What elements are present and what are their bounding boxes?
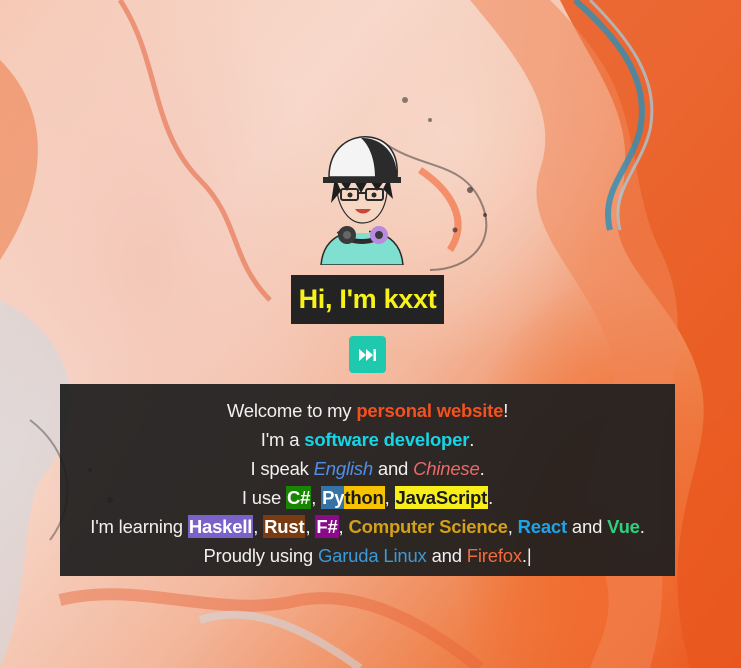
intro-text: and (566, 516, 608, 537)
intro-line-learning: I'm learning Haskell, Rust, F#, Computer… (60, 512, 675, 541)
intro-line-role: I'm a software developer. (60, 425, 675, 454)
intro-text: , (305, 516, 316, 537)
tool-garuda-linux: Garuda Linux (317, 545, 427, 566)
page: Hi, I'm kxxt Welcome to my personal webs… (0, 0, 741, 668)
intro-line-uses: I use C#, Python, JavaScript. (60, 483, 675, 512)
intro-text: . (479, 458, 485, 479)
language-english: English (313, 458, 373, 479)
intro-text: I use (241, 487, 286, 508)
tech-react: React (517, 516, 568, 537)
intro-text: , (384, 487, 395, 508)
intro-text: I speak (250, 458, 314, 479)
intro-line-using: Proudly using Garuda Linux and Firefox.| (60, 541, 675, 570)
intro-text: , (311, 487, 322, 508)
intro-text: and (426, 545, 467, 566)
skip-forward-button[interactable] (349, 336, 386, 373)
tech-tag-javascript: JavaScript (394, 486, 489, 509)
tech-tag-python-part2: thon (344, 486, 385, 509)
tech-tag-haskell: Haskell (187, 515, 254, 538)
intro-text: and (372, 458, 414, 479)
role-highlight: software developer (304, 429, 470, 450)
tech-computer-science: Computer Science (348, 516, 508, 537)
intro-text: Welcome to my (226, 400, 357, 421)
intro-text: . (488, 487, 494, 508)
intro-text: , (253, 516, 264, 537)
tech-vue: Vue (607, 516, 640, 537)
intro-text: Proudly using (203, 545, 318, 566)
intro-line-welcome: Welcome to my personal website! (60, 396, 675, 425)
intro-line-languages: I speak English and Chinese. (60, 454, 675, 483)
typing-cursor: | (526, 545, 532, 566)
avatar-illustration-icon (320, 136, 404, 265)
intro-text: , (507, 516, 518, 537)
intro-text: . (469, 429, 475, 450)
intro-text: . (639, 516, 645, 537)
tool-firefox: Firefox (466, 545, 522, 566)
intro-text: , (338, 516, 349, 537)
tech-tag-python-part1: Py (321, 486, 345, 509)
language-chinese: Chinese (413, 458, 480, 479)
intro-text: I'm learning (90, 516, 188, 537)
tech-tag-fsharp: F# (315, 515, 339, 538)
tech-tag-rust: Rust (263, 515, 306, 538)
skip-forward-icon (358, 348, 376, 361)
intro-panel: Welcome to my personal website! I'm a so… (60, 384, 675, 576)
personal-website-highlight: personal website (356, 400, 504, 421)
avatar (317, 133, 407, 265)
intro-text: ! (503, 400, 509, 421)
intro-text: I'm a (260, 429, 305, 450)
tech-tag-csharp: C# (285, 486, 312, 509)
greeting-heading: Hi, I'm kxxt (291, 275, 444, 324)
